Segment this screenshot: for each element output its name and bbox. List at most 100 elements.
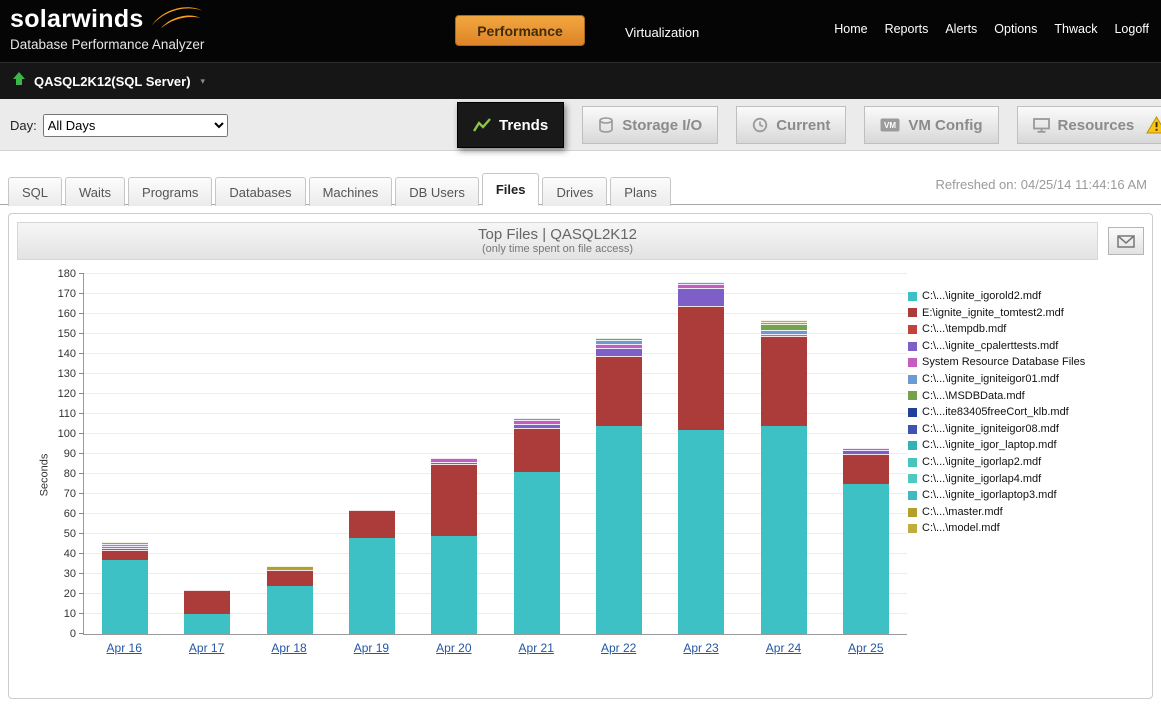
bar-apr-17[interactable] bbox=[184, 590, 231, 634]
view-tab-resources[interactable]: Resources bbox=[1016, 106, 1161, 144]
bar-segment bbox=[266, 586, 313, 634]
tab-machines[interactable]: Machines bbox=[308, 177, 393, 206]
x-label-apr-22[interactable]: Apr 22 bbox=[601, 641, 636, 655]
tab-db-users[interactable]: DB Users bbox=[395, 177, 479, 206]
y-tick-label: 70 bbox=[63, 488, 76, 500]
tab-files[interactable]: Files bbox=[481, 173, 540, 206]
envelope-icon bbox=[1117, 234, 1135, 248]
bar-segment bbox=[678, 288, 725, 306]
x-label-apr-20[interactable]: Apr 20 bbox=[436, 641, 471, 655]
bar-segment bbox=[102, 560, 149, 634]
view-tab-current[interactable]: Current bbox=[736, 106, 847, 144]
legend-item: C:\...\tempdb.mdf bbox=[908, 321, 1144, 338]
legend-swatch bbox=[908, 524, 917, 534]
refreshed-label: Refreshed on: 04/25/14 11:44:16 AM bbox=[935, 177, 1147, 192]
virtualization-link[interactable]: Virtualization bbox=[625, 25, 699, 40]
nav-alerts[interactable]: Alerts bbox=[945, 22, 977, 36]
day-label: Day: bbox=[10, 118, 37, 133]
bar-segment bbox=[184, 614, 231, 634]
x-label-apr-18[interactable]: Apr 18 bbox=[271, 641, 306, 655]
chevron-down-icon[interactable]: ▾ bbox=[201, 76, 206, 87]
legend-item: C:\...\ignite_igorlap2.mdf bbox=[908, 454, 1144, 471]
panel-header-band: Top Files | QASQL2K12 (only time spent o… bbox=[17, 222, 1098, 260]
bar-segment bbox=[678, 306, 725, 430]
bar-apr-18[interactable] bbox=[266, 566, 313, 634]
bar-segment bbox=[431, 536, 478, 634]
legend-item: C:\...ite83405freeCort_klb.mdf bbox=[908, 404, 1144, 421]
panel-subtitle: (only time spent on file access) bbox=[481, 243, 633, 255]
view-tab-label: Trends bbox=[499, 116, 549, 134]
y-tick-label: 10 bbox=[63, 608, 76, 620]
tab-plans[interactable]: Plans bbox=[610, 177, 671, 206]
x-label-apr-21[interactable]: Apr 21 bbox=[519, 641, 554, 655]
bar-apr-21[interactable] bbox=[513, 418, 560, 634]
day-select[interactable]: All Days bbox=[42, 114, 228, 137]
x-label-apr-17[interactable]: Apr 17 bbox=[189, 641, 224, 655]
y-tick-label: 110 bbox=[58, 408, 76, 420]
bar-apr-16[interactable] bbox=[102, 542, 149, 634]
bar-segment bbox=[513, 428, 560, 472]
legend-item: C:\...\MSDBData.mdf bbox=[908, 388, 1144, 405]
server-name: QASQL2K12(SQL Server) bbox=[34, 73, 191, 89]
y-tick-label: 0 bbox=[69, 628, 76, 640]
y-tick-label: 80 bbox=[63, 468, 76, 480]
legend-swatch bbox=[908, 324, 917, 334]
nav-thwack[interactable]: Thwack bbox=[1054, 22, 1097, 36]
x-label-apr-23[interactable]: Apr 23 bbox=[683, 641, 718, 655]
legend-item: C:\...\ignite_igorold2.mdf bbox=[908, 288, 1144, 305]
view-tab-label: Current bbox=[776, 116, 831, 134]
bar-apr-24[interactable] bbox=[760, 320, 807, 634]
x-label-apr-24[interactable]: Apr 24 bbox=[766, 641, 801, 655]
storage-icon bbox=[598, 117, 614, 133]
tab-sql[interactable]: SQL bbox=[8, 177, 63, 206]
bar-apr-23[interactable] bbox=[678, 282, 725, 634]
nav-reports[interactable]: Reports bbox=[885, 22, 929, 36]
legend-item: C:\...\ignite_igniteigor08.mdf bbox=[908, 421, 1144, 438]
view-tab-vm-config[interactable]: VM VM Config bbox=[864, 106, 999, 144]
bar-segment bbox=[349, 538, 396, 634]
y-tick-label: 20 bbox=[63, 588, 76, 600]
tab-drives[interactable]: Drives bbox=[542, 177, 608, 206]
x-label-apr-25[interactable]: Apr 25 bbox=[848, 641, 883, 655]
legend-swatch bbox=[908, 507, 917, 517]
nav-logoff[interactable]: Logoff bbox=[1114, 22, 1149, 36]
top-nav: Home Reports Alerts Options Thwack Logoff bbox=[834, 22, 1149, 36]
bar-apr-25[interactable] bbox=[842, 448, 889, 634]
tab-strip: SQL Waits Programs Databases Machines DB User… bbox=[0, 163, 1161, 206]
view-tab-trends[interactable]: Trends bbox=[457, 102, 565, 148]
tab-programs[interactable]: Programs bbox=[128, 177, 213, 206]
x-label-apr-19[interactable]: Apr 19 bbox=[354, 641, 389, 655]
bar-segment bbox=[102, 550, 149, 560]
tab-databases[interactable]: Databases bbox=[215, 177, 306, 206]
x-label-apr-16[interactable]: Apr 16 bbox=[107, 641, 142, 655]
monitor-icon bbox=[1032, 117, 1050, 133]
chart-panel: Top Files | QASQL2K12 (only time spent o… bbox=[8, 213, 1153, 699]
bar-apr-20[interactable] bbox=[431, 458, 478, 634]
nav-home[interactable]: Home bbox=[834, 22, 867, 36]
performance-button[interactable]: Performance bbox=[455, 15, 585, 46]
tab-waits[interactable]: Waits bbox=[65, 177, 126, 206]
legend-swatch bbox=[908, 474, 917, 484]
server-bar[interactable]: QASQL2K12(SQL Server) ▾ bbox=[0, 62, 1161, 99]
trends-icon bbox=[473, 117, 491, 133]
legend-item: C:\...\ignite_igor_laptop.mdf bbox=[908, 437, 1144, 454]
bar-segment bbox=[842, 454, 889, 484]
nav-options[interactable]: Options bbox=[994, 22, 1037, 36]
bar-apr-19[interactable] bbox=[349, 510, 396, 634]
y-tick-label: 140 bbox=[57, 348, 76, 360]
brand: solarwinds Database Performance Analyzer bbox=[10, 5, 204, 52]
legend-item: C:\...\ignite_igorlaptop3.mdf bbox=[908, 487, 1144, 504]
view-tab-storage-i-o[interactable]: Storage I/O bbox=[582, 106, 719, 144]
toolbar: Day: All Days Trends Storage I/O Current VM… bbox=[0, 99, 1161, 151]
bar-segment bbox=[349, 510, 396, 538]
view-tab-label: VM Config bbox=[908, 116, 983, 134]
bar-apr-22[interactable] bbox=[595, 338, 642, 634]
y-tick-label: 40 bbox=[63, 548, 76, 560]
legend-swatch bbox=[908, 358, 917, 368]
solarwinds-logo-icon bbox=[148, 3, 204, 36]
legend-swatch bbox=[908, 457, 917, 467]
legend-item: C:\...\ignite_cpalerttests.mdf bbox=[908, 338, 1144, 355]
view-tabs: Trends Storage I/O Current VM VM Config Resou… bbox=[457, 99, 1161, 151]
svg-text:VM: VM bbox=[884, 121, 896, 130]
email-button[interactable] bbox=[1108, 227, 1144, 255]
